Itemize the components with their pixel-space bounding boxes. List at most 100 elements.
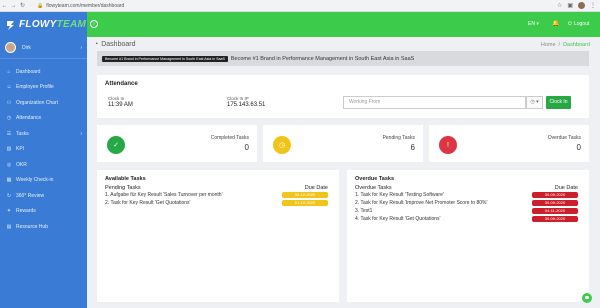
sidebar-item-tasks[interactable]: ☰ Tasks ›	[0, 126, 87, 142]
chat-widget-button[interactable]	[582, 293, 592, 303]
bell-icon[interactable]: 🔔	[552, 20, 559, 27]
overdue-tasks-title: Overdue Tasks	[355, 176, 395, 182]
address-bar[interactable]: 🔒 flowyteam.com/member/dashboard	[37, 3, 124, 9]
brand-logo[interactable]: FLOWYTEAM	[0, 12, 87, 37]
page-header: ◔ Dashboard Home / Dashboard	[94, 41, 594, 50]
available-tasks-panel: Available Tasks Pending Tasks Due Date 1…	[97, 170, 339, 302]
logout-button[interactable]: ⏻ Logout	[568, 21, 589, 27]
sidebar-item-dashboard[interactable]: ⌂ Dashboard	[0, 64, 87, 80]
due-date-badge: 30-09-2020	[532, 216, 578, 222]
due-date-header: Due Date	[304, 185, 328, 191]
chevron-right-icon: ›	[80, 130, 82, 137]
list-item[interactable]: 1. Aufgabe für Key Result 'Sales Turnove…	[105, 192, 328, 200]
user-icon: ☺	[6, 84, 12, 91]
pending-tasks-card[interactable]: ◷ Pending Tasks 6	[263, 125, 423, 162]
task-title[interactable]: 4. Task for Key Result 'Get Quotations'	[355, 216, 440, 222]
sidebar-toggle-icon[interactable]: ›	[90, 20, 98, 28]
sidebar-item-weekly-check-in[interactable]: ▦ Weekly Check-in	[0, 173, 87, 189]
sidebar-item-label: Tasks	[16, 130, 29, 137]
sidebar-item-label: Organization Chart	[16, 99, 58, 106]
due-date-badge: 30-09-2020	[532, 200, 578, 206]
tasks-icon: ☰	[6, 130, 12, 137]
overdue-tasks-subheading: Overdue Tasks	[355, 185, 392, 191]
working-from-input[interactable]: Working From	[343, 96, 526, 109]
sidebar-item-organization-chart[interactable]: ⚇ Organization Chart	[0, 95, 87, 111]
sidebar-item-resource-hub[interactable]: ▤ Resource Hub	[0, 219, 87, 235]
due-date-badge: 04-11-2020	[532, 208, 578, 214]
avatar	[5, 42, 16, 53]
folder-icon: ▤	[6, 223, 12, 230]
task-title[interactable]: 2. Task for Key Result 'Improve Net Prom…	[355, 200, 487, 206]
power-icon: ⏻	[568, 21, 572, 27]
sidebar-item-label: Dashboard	[16, 68, 41, 75]
list-item[interactable]: 3. Test1 04-11-2020	[355, 208, 578, 216]
reload-icon[interactable]: ↻	[18, 2, 27, 9]
overdue-tasks-count: 0	[576, 143, 581, 152]
due-date-badge: 01-10-2020	[282, 200, 328, 206]
overdue-tasks-card[interactable]: ! Overdue Tasks 0	[429, 125, 589, 162]
dashboard-icon: ◔	[94, 41, 99, 48]
sidebar-item-label: 360° Review	[16, 192, 45, 199]
check-circle-icon: ✓	[107, 136, 125, 154]
breadcrumb: Home / Dashboard	[541, 42, 590, 48]
clock-icon: ◷	[273, 136, 291, 154]
back-arrow-icon[interactable]: ←	[0, 3, 9, 9]
task-title[interactable]: 1. Aufgabe für Key Result 'Sales Turnove…	[105, 192, 223, 198]
sidebar-item-label: OKR	[16, 161, 27, 168]
completed-tasks-card[interactable]: ✓ Completed Tasks 0	[97, 125, 257, 162]
task-title[interactable]: 3. Test1	[355, 208, 372, 214]
sidebar-item-360-review[interactable]: ↻ 360° Review	[0, 188, 87, 204]
sidebar-item-rewards[interactable]: ✦ Rewards	[0, 204, 87, 220]
pending-tasks-subheading: Pending Tasks	[105, 185, 141, 191]
due-date-header: Due Date	[554, 185, 578, 191]
completed-tasks-count: 0	[244, 143, 249, 152]
list-item[interactable]: 4. Task for Key Result 'Get Quotations' 3…	[355, 216, 578, 224]
review-icon: ↻	[6, 192, 12, 199]
clock-dropdown[interactable]: ◷ ▾	[526, 96, 543, 109]
browser-profile-avatar[interactable]	[578, 2, 585, 9]
list-item[interactable]: 2. Task for Key Result 'Get Quotations' 0…	[105, 200, 328, 208]
sidebar-item-kpi[interactable]: ▥ KPI	[0, 142, 87, 158]
sidebar-item-okr[interactable]: ◎ OKR	[0, 157, 87, 173]
due-date-badge: 30-12-2020	[282, 192, 328, 198]
top-bar: › EN ▾ 🔔 ⏻ Logout	[87, 12, 600, 37]
breadcrumb-current: Dashboard	[563, 42, 590, 48]
available-tasks-title: Available Tasks	[105, 176, 146, 182]
lock-icon: 🔒	[37, 2, 44, 9]
sidebar: FLOWYTEAM Dirk › ⌂ Dashboard ☺ Employee Pro…	[0, 12, 87, 308]
sidebar-user[interactable]: Dirk ›	[0, 37, 87, 59]
breadcrumb-separator: /	[558, 42, 561, 48]
star-icon[interactable]: ☆	[557, 2, 562, 9]
sidebar-item-employee-profile[interactable]: ☺ Employee Profile	[0, 80, 87, 96]
completed-tasks-label: Completed Tasks	[210, 135, 249, 141]
clock-icon: ◷	[530, 99, 535, 105]
url-text: flowyteam.com/member/dashboard	[46, 2, 125, 9]
page-title: ◔ Dashboard	[94, 41, 136, 48]
task-title[interactable]: 1. Task for Key Result 'Testing Software…	[355, 192, 444, 198]
due-date-badge: 30-09-2020	[532, 192, 578, 198]
chevron-right-icon: ›	[80, 44, 82, 51]
logo-mark-icon	[7, 20, 14, 30]
list-item[interactable]: 1. Task for Key Result 'Testing Software…	[355, 192, 578, 200]
overdue-tasks-panel: Overdue Tasks Overdue Tasks Due Date 1. …	[347, 170, 589, 302]
language-selector[interactable]: EN ▾	[528, 21, 539, 27]
home-icon: ⌂	[7, 68, 11, 75]
available-tasks-header: Pending Tasks Due Date	[105, 185, 328, 191]
banner-text: Become #1 Brand in Performance Managemen…	[230, 55, 415, 62]
attendance-title: Attendance	[105, 81, 138, 87]
user-name: Dirk	[22, 44, 31, 51]
banner-image: Become #1 Brand in Performance Managemen…	[102, 55, 228, 62]
extensions-icon[interactable]: ▣	[567, 2, 573, 9]
sidebar-item-attendance[interactable]: ◷ Attendance	[0, 111, 87, 127]
clock-in-label: Clock In	[108, 96, 125, 101]
pending-tasks-label: Pending Tasks	[382, 135, 415, 141]
sidebar-item-label: KPI	[16, 146, 25, 153]
calendar-icon: ▦	[6, 177, 12, 184]
menu-dots-icon[interactable]: ⋮	[590, 2, 596, 9]
list-item[interactable]: 2. Task for Key Result 'Improve Net Prom…	[355, 200, 578, 208]
clock-in-button[interactable]: Clock In	[546, 96, 571, 109]
forward-arrow-icon[interactable]: →	[9, 3, 18, 9]
task-title[interactable]: 2. Task for Key Result 'Get Quotations'	[105, 200, 190, 206]
alert-icon: !	[439, 136, 457, 154]
breadcrumb-home[interactable]: Home	[541, 42, 556, 48]
